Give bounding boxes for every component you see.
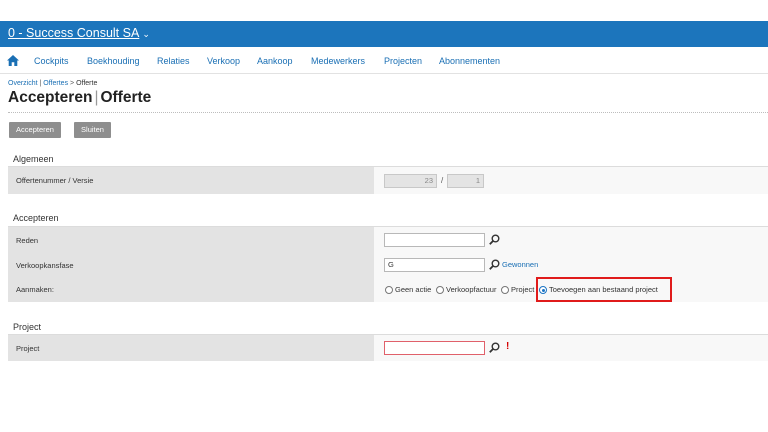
reason-label: Reden: [16, 236, 39, 245]
radio-label-geen-actie[interactable]: Geen actie: [395, 285, 431, 294]
sales-phase-input[interactable]: G: [384, 258, 485, 272]
radio-verkoopfactuur[interactable]: [436, 286, 444, 294]
offer-number-field: 23: [384, 174, 437, 188]
create-label: Aanmaken:: [16, 285, 54, 294]
section-heading-project: Project: [13, 322, 42, 332]
company-selector[interactable]: 0 - Success Consult SA ⌄: [8, 26, 150, 40]
nav-item-verkoop[interactable]: Verkoop: [207, 56, 240, 66]
nav-item-abonnementen[interactable]: Abonnementen: [439, 56, 500, 66]
radio-geen-actie[interactable]: [385, 286, 393, 294]
nav-item-boekhouding[interactable]: Boekhouding: [87, 56, 140, 66]
nav-item-cockpits[interactable]: Cockpits: [34, 56, 69, 66]
project-label: Project: [16, 344, 40, 353]
breadcrumb-offertes[interactable]: Offertes: [43, 80, 68, 87]
title-separator: |: [94, 89, 99, 106]
chevron-down-icon: ⌄: [142, 29, 150, 39]
search-icon[interactable]: [489, 259, 500, 270]
radio-label-verkoopfactuur[interactable]: Verkoopfactuur: [446, 285, 496, 294]
section-heading-algemeen: Algemeen: [13, 154, 54, 164]
sales-phase-link[interactable]: Gewonnen: [502, 260, 538, 269]
page-title: Accepteren | Offerte: [8, 89, 151, 107]
accept-button[interactable]: Accepteren: [9, 122, 61, 138]
nav-item-aankoop[interactable]: Aankoop: [257, 56, 293, 66]
main-nav: Cockpits Boekhouding Relaties Verkoop Aa…: [0, 47, 768, 74]
project-input[interactable]: [384, 341, 485, 355]
page-title-main: Accepteren: [8, 89, 93, 106]
breadcrumb-separator: |: [39, 80, 42, 87]
label-cell: [8, 335, 374, 361]
home-icon[interactable]: [7, 55, 19, 66]
radio-project[interactable]: [501, 286, 509, 294]
page-title-sub: Offerte: [100, 89, 152, 106]
required-warning-icon: !: [506, 341, 510, 352]
radio-label-project[interactable]: Project: [511, 285, 534, 294]
nav-item-relaties[interactable]: Relaties: [157, 56, 190, 66]
offer-version-field: 1: [447, 174, 484, 188]
highlight-box: [536, 277, 672, 302]
breadcrumb: Overzicht | Offertes > Offerte: [8, 80, 97, 87]
search-icon[interactable]: [489, 234, 500, 245]
divider: [8, 112, 768, 113]
section-heading-accepteren: Accepteren: [13, 213, 59, 223]
nav-item-projecten[interactable]: Projecten: [384, 56, 422, 66]
offer-number-label: Offertenummer / Versie: [16, 176, 94, 185]
offer-version-separator: /: [441, 176, 444, 185]
search-icon[interactable]: [489, 342, 500, 353]
nav-item-medewerkers[interactable]: Medewerkers: [311, 56, 365, 66]
top-bar: 0 - Success Consult SA ⌄: [0, 21, 768, 47]
breadcrumb-current: Offerte: [76, 80, 98, 87]
close-button[interactable]: Sluiten: [74, 122, 111, 138]
breadcrumb-separator: >: [70, 80, 75, 87]
reason-input[interactable]: [384, 233, 485, 247]
sales-phase-label: Verkoopkansfase: [16, 261, 74, 270]
breadcrumb-overzicht[interactable]: Overzicht: [8, 80, 38, 87]
